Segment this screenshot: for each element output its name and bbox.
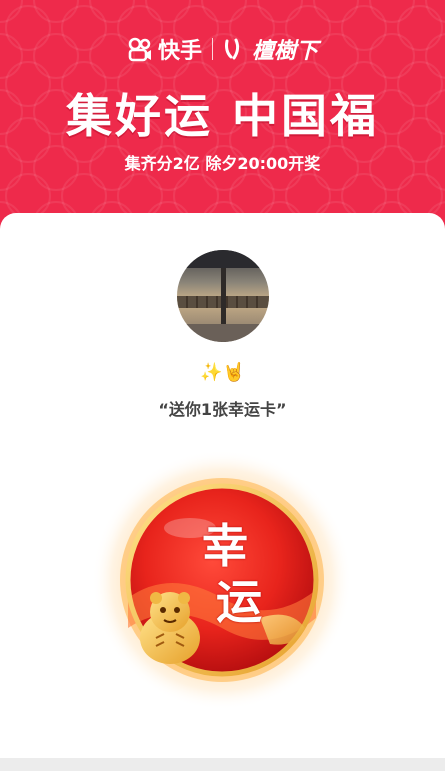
- brand-partner: 檀樹下: [223, 33, 318, 65]
- brand-kuaishou: 快手: [127, 33, 202, 65]
- avatar[interactable]: [177, 250, 269, 342]
- event-banner: 快手 檀樹下 集好运 中国福 集齐分2亿 除夕20:00开奖: [0, 0, 445, 232]
- lucky-card-image[interactable]: 幸 运: [90, 448, 355, 713]
- brand-name: 快手: [157, 39, 202, 64]
- share-message: “送你1张幸运卡”: [158, 400, 287, 419]
- bottom-bar: [0, 758, 445, 771]
- brand-row: 快手 檀樹下: [0, 33, 445, 65]
- partner-name: 檀樹下: [252, 38, 319, 64]
- event-headline: 集好运 中国福: [65, 89, 379, 143]
- avatar-image: [177, 250, 269, 342]
- lucky-char-2: 运: [216, 575, 262, 629]
- kuaishou-logo-icon: [128, 37, 151, 62]
- event-subline: 集齐分2亿 除夕20:00开奖: [124, 154, 321, 173]
- partner-logo-icon: [225, 38, 240, 60]
- brand-divider: [212, 38, 213, 60]
- sender-emoji: ✨🤘: [200, 362, 245, 383]
- page: 快手 檀樹下 集好运 中国福 集齐分2亿 除夕20:00开奖 ✨🤘 “送你1张幸…: [0, 0, 445, 771]
- lucky-card-text: 幸 运: [90, 448, 355, 713]
